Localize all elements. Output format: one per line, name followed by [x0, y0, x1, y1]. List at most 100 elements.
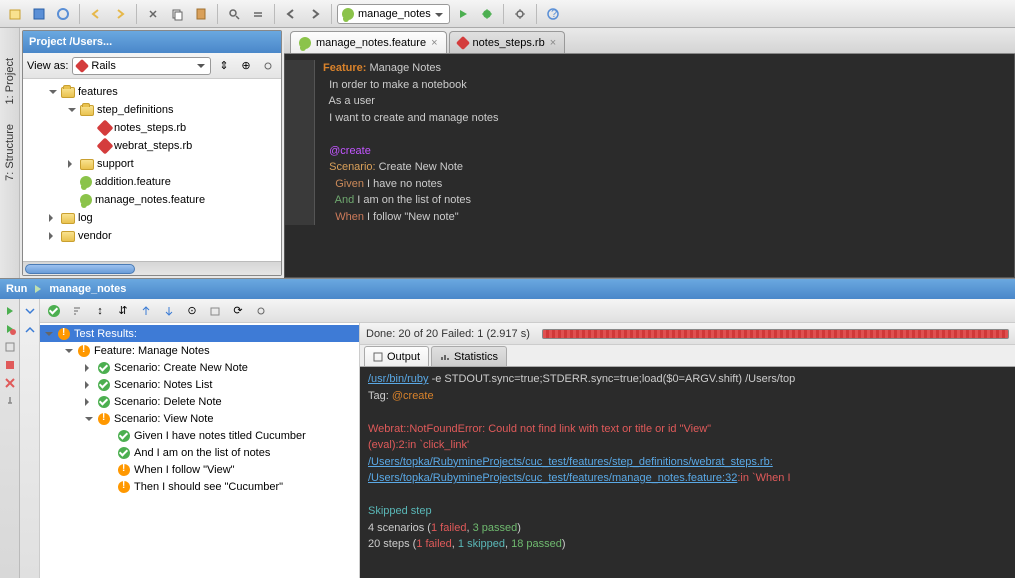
pass-icon — [118, 430, 130, 442]
close-icon[interactable]: × — [550, 37, 556, 49]
project-view-bar: View as: Rails ⇕ ⊕ — [23, 53, 281, 79]
forward-icon[interactable] — [304, 3, 326, 25]
output-tabs: Output Statistics — [360, 345, 1015, 367]
expand-all-icon[interactable]: ↕ — [90, 301, 110, 321]
rerun-icon[interactable] — [2, 303, 18, 319]
close-icon[interactable]: × — [431, 37, 437, 49]
pin-icon[interactable] — [2, 393, 18, 409]
test-step-given[interactable]: Given I have notes titled Cucumber — [40, 427, 359, 444]
tree-file-webrat-steps[interactable]: webrat_steps.rb — [23, 137, 281, 155]
tree-folder-features[interactable]: features — [23, 83, 281, 101]
select-first-failed-icon[interactable]: ⊙ — [182, 301, 202, 321]
collapse-all-icon[interactable]: ⇵ — [113, 301, 133, 321]
tree-folder-vendor[interactable]: vendor — [23, 227, 281, 245]
left-tool-rail: 1: Project 7: Structure — [0, 28, 20, 278]
export-icon[interactable] — [205, 301, 225, 321]
gear-icon[interactable] — [259, 57, 277, 75]
folder-icon — [80, 159, 94, 170]
sync-icon[interactable] — [52, 3, 74, 25]
gear-icon[interactable] — [251, 301, 271, 321]
output-status-bar: Done: 20 of 20 Failed: 1 (2.917 s) — [360, 323, 1015, 345]
autoscroll-icon[interactable]: ⊕ — [237, 57, 255, 75]
test-step-then[interactable]: Then I should see "Cucumber" — [40, 478, 359, 495]
run-configuration-select[interactable]: manage_notes — [337, 4, 450, 24]
test-scenario-view[interactable]: Scenario: View Note — [40, 410, 359, 427]
tree-folder-support[interactable]: support — [23, 155, 281, 173]
feature-icon — [299, 37, 311, 49]
test-scenario-create[interactable]: Scenario: Create New Note — [40, 359, 359, 376]
console-output[interactable]: /usr/bin/ruby -e STDOUT.sync=true;STDERR… — [360, 367, 1015, 578]
run-left-rail — [0, 299, 20, 578]
stats-icon — [440, 352, 450, 362]
test-feature[interactable]: Feature: Manage Notes — [40, 342, 359, 359]
project-tool-button[interactable]: 1: Project — [4, 58, 16, 104]
warning-icon — [118, 481, 130, 493]
cut-icon[interactable] — [142, 3, 164, 25]
test-scenario-delete[interactable]: Scenario: Delete Note — [40, 393, 359, 410]
feature-icon — [80, 194, 92, 206]
debug-icon[interactable] — [476, 3, 498, 25]
copy-icon[interactable] — [166, 3, 188, 25]
run-toolbar: ↕ ⇵ ⊙ ⟳ — [40, 299, 1015, 323]
view-as-label: View as: — [27, 60, 68, 72]
pass-icon — [98, 362, 110, 374]
collapse-icon[interactable] — [22, 303, 38, 319]
folder-icon — [61, 231, 75, 242]
pass-icon — [98, 396, 110, 408]
next-failed-icon[interactable] — [159, 301, 179, 321]
flatten-icon[interactable]: ⇕ — [215, 57, 233, 75]
tree-file-manage-notes-feature[interactable]: manage_notes.feature — [23, 191, 281, 209]
undo-icon[interactable] — [85, 3, 107, 25]
output-pane: Done: 20 of 20 Failed: 1 (2.917 s) Outpu… — [360, 323, 1015, 578]
folder-icon — [61, 213, 75, 224]
toggle-autotest-icon[interactable] — [2, 339, 18, 355]
warning-icon — [78, 345, 90, 357]
tree-folder-step-definitions[interactable]: step_definitions — [23, 101, 281, 119]
pass-icon — [118, 447, 130, 459]
tab-statistics[interactable]: Statistics — [431, 346, 507, 366]
project-panel: Project /Users... View as: Rails ⇕ ⊕ fea… — [22, 30, 282, 276]
console-icon — [373, 352, 383, 362]
editor-tabs: manage_notes.feature × notes_steps.rb × — [284, 30, 1015, 54]
test-root[interactable]: Test Results: — [40, 325, 359, 342]
find-icon[interactable] — [223, 3, 245, 25]
tree-file-notes-steps[interactable]: notes_steps.rb — [23, 119, 281, 137]
warning-icon — [58, 328, 70, 340]
project-tree[interactable]: features step_definitions notes_steps.rb… — [23, 79, 281, 261]
tree-folder-log[interactable]: log — [23, 209, 281, 227]
test-scenario-list[interactable]: Scenario: Notes List — [40, 376, 359, 393]
expand-icon[interactable] — [22, 322, 38, 338]
tab-manage-notes-feature[interactable]: manage_notes.feature × — [290, 31, 447, 53]
tree-file-addition-feature[interactable]: addition.feature — [23, 173, 281, 191]
warning-icon — [118, 464, 130, 476]
run-tool-window: Run manage_notes ↕ ⇵ ⊙ — [0, 278, 1015, 578]
paste-icon[interactable] — [190, 3, 212, 25]
structure-tool-button[interactable]: 7: Structure — [4, 124, 16, 181]
redo-icon[interactable] — [109, 3, 131, 25]
help-icon[interactable]: ? — [542, 3, 564, 25]
tab-output[interactable]: Output — [364, 346, 429, 366]
test-step-when[interactable]: When I follow "View" — [40, 461, 359, 478]
run-arrow-icon — [33, 284, 43, 294]
test-results-tree[interactable]: Test Results: Feature: Manage Notes Scen… — [40, 323, 360, 578]
run-icon[interactable] — [452, 3, 474, 25]
replace-icon[interactable] — [247, 3, 269, 25]
save-all-icon[interactable] — [28, 3, 50, 25]
prev-failed-icon[interactable] — [136, 301, 156, 321]
open-icon[interactable] — [4, 3, 26, 25]
stop-icon[interactable] — [2, 357, 18, 373]
hide-passed-icon[interactable] — [44, 301, 64, 321]
close-icon[interactable] — [2, 375, 18, 391]
test-step-and[interactable]: And I am on the list of notes — [40, 444, 359, 461]
sort-icon[interactable] — [67, 301, 87, 321]
project-scrollbar[interactable] — [23, 261, 281, 275]
ruby-icon — [455, 35, 469, 49]
rerun-failed-icon[interactable] — [2, 321, 18, 337]
settings-icon[interactable] — [509, 3, 531, 25]
view-as-select[interactable]: Rails — [72, 57, 211, 75]
code-editor[interactable]: Feature: Manage Notes In order to make a… — [284, 54, 1015, 278]
tab-notes-steps[interactable]: notes_steps.rb × — [449, 31, 566, 53]
history-icon[interactable]: ⟳ — [228, 301, 248, 321]
feature-icon — [342, 8, 354, 20]
back-icon[interactable] — [280, 3, 302, 25]
